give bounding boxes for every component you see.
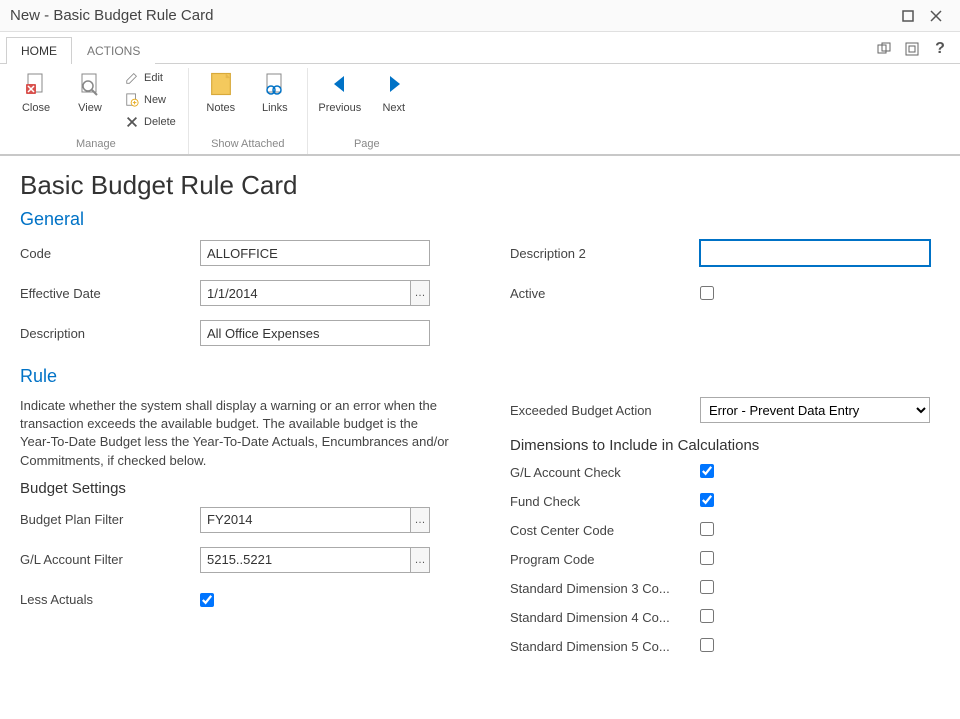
dimension-checkbox[interactable] <box>700 609 714 623</box>
dimension-row: G/L Account Check <box>510 464 940 481</box>
close-button[interactable]: Close <box>12 68 60 116</box>
dimension-checkbox[interactable] <box>700 551 714 565</box>
budget-plan-lookup-button[interactable]: … <box>410 507 430 533</box>
view-button[interactable]: View <box>66 68 114 116</box>
ribbon-group-label-page: Page <box>354 138 380 150</box>
content-area: Basic Budget Rule Card General Code Effe… <box>0 156 960 667</box>
section-general-heading[interactable]: General <box>20 209 940 230</box>
ribbon-group-label-manage: Manage <box>76 138 116 150</box>
ribbon-group-label-show: Show Attached <box>211 138 284 150</box>
help-button[interactable]: ? <box>926 35 954 63</box>
title-bar: New - Basic Budget Rule Card <box>0 0 960 32</box>
dimension-checkbox[interactable] <box>700 464 714 478</box>
tab-home[interactable]: HOME <box>6 37 72 64</box>
dimension-row: Program Code <box>510 551 940 568</box>
dimension-label: Standard Dimension 4 Co... <box>510 610 700 625</box>
notes-button[interactable]: Notes <box>197 68 245 116</box>
effective-date-input[interactable] <box>200 280 410 306</box>
dimension-row: Standard Dimension 5 Co... <box>510 638 940 655</box>
help-icon: ? <box>935 40 945 58</box>
gl-account-filter-input[interactable] <box>200 547 410 573</box>
ribbon-group-manage: Close View Edit New Delete <box>4 68 189 154</box>
ribbon-group-page: Previous Next Page <box>308 68 426 154</box>
delete-icon <box>124 114 140 130</box>
dimension-label: Standard Dimension 5 Co... <box>510 639 700 654</box>
new-button[interactable]: New <box>120 90 180 110</box>
description-input[interactable] <box>200 320 430 346</box>
dimension-row: Fund Check <box>510 493 940 510</box>
popout-icon <box>876 41 892 57</box>
dimension-checkbox[interactable] <box>700 638 714 652</box>
close-page-icon <box>22 70 50 98</box>
budget-plan-filter-label: Budget Plan Filter <box>20 512 200 527</box>
next-icon <box>380 70 408 98</box>
ribbon-tabs: HOME ACTIONS ? <box>0 32 960 64</box>
close-window-button[interactable] <box>922 2 950 30</box>
active-checkbox[interactable] <box>700 286 714 300</box>
exceeded-budget-action-select[interactable]: Error - Prevent Data Entry <box>700 397 930 423</box>
dimension-row: Standard Dimension 3 Co... <box>510 580 940 597</box>
dimension-label: Standard Dimension 3 Co... <box>510 581 700 596</box>
edit-icon <box>124 70 140 86</box>
budget-settings-heading: Budget Settings <box>20 480 450 497</box>
dimension-label: G/L Account Check <box>510 465 700 480</box>
tab-actions[interactable]: ACTIONS <box>72 37 155 64</box>
delete-button[interactable]: Delete <box>120 112 180 132</box>
dimension-label: Program Code <box>510 552 700 567</box>
code-input[interactable] <box>200 240 430 266</box>
expand-icon <box>904 41 920 57</box>
description-label: Description <box>20 326 200 341</box>
dimension-row: Standard Dimension 4 Co... <box>510 609 940 626</box>
page-title: Basic Budget Rule Card <box>20 170 940 201</box>
popout-icon-button[interactable] <box>870 35 898 63</box>
close-icon <box>930 10 942 22</box>
less-actuals-checkbox[interactable] <box>200 593 214 607</box>
description2-input[interactable] <box>700 240 930 266</box>
dimension-checkbox[interactable] <box>700 493 714 507</box>
expand-icon-button[interactable] <box>898 35 926 63</box>
effective-date-label: Effective Date <box>20 286 200 301</box>
exceeded-budget-action-label: Exceeded Budget Action <box>510 403 700 418</box>
edit-button[interactable]: Edit <box>120 68 180 88</box>
dimension-checkbox[interactable] <box>700 522 714 536</box>
dimension-checkbox[interactable] <box>700 580 714 594</box>
less-actuals-label: Less Actuals <box>20 592 200 607</box>
description2-label: Description 2 <box>510 246 700 261</box>
new-icon <box>124 92 140 108</box>
effective-date-lookup-button[interactable]: … <box>410 280 430 306</box>
dimension-label: Fund Check <box>510 494 700 509</box>
links-button[interactable]: Links <box>251 68 299 116</box>
rule-description-text: Indicate whether the system shall displa… <box>20 397 450 470</box>
code-label: Code <box>20 246 200 261</box>
gl-account-filter-label: G/L Account Filter <box>20 552 200 567</box>
view-icon <box>76 70 104 98</box>
gl-account-lookup-button[interactable]: … <box>410 547 430 573</box>
notes-icon <box>207 70 235 98</box>
window-title: New - Basic Budget Rule Card <box>10 7 213 24</box>
dimension-label: Cost Center Code <box>510 523 700 538</box>
ribbon: Close View Edit New Delete <box>0 64 960 156</box>
next-button[interactable]: Next <box>370 68 418 116</box>
ribbon-group-show-attached: Notes Links Show Attached <box>189 68 308 154</box>
links-icon <box>261 70 289 98</box>
dimension-row: Cost Center Code <box>510 522 940 539</box>
previous-button[interactable]: Previous <box>316 68 364 116</box>
previous-icon <box>326 70 354 98</box>
section-rule-heading[interactable]: Rule <box>20 366 940 387</box>
dimensions-heading: Dimensions to Include in Calculations <box>510 437 940 454</box>
maximize-icon <box>902 10 914 22</box>
budget-plan-filter-input[interactable] <box>200 507 410 533</box>
active-label: Active <box>510 286 700 301</box>
maximize-button[interactable] <box>894 2 922 30</box>
